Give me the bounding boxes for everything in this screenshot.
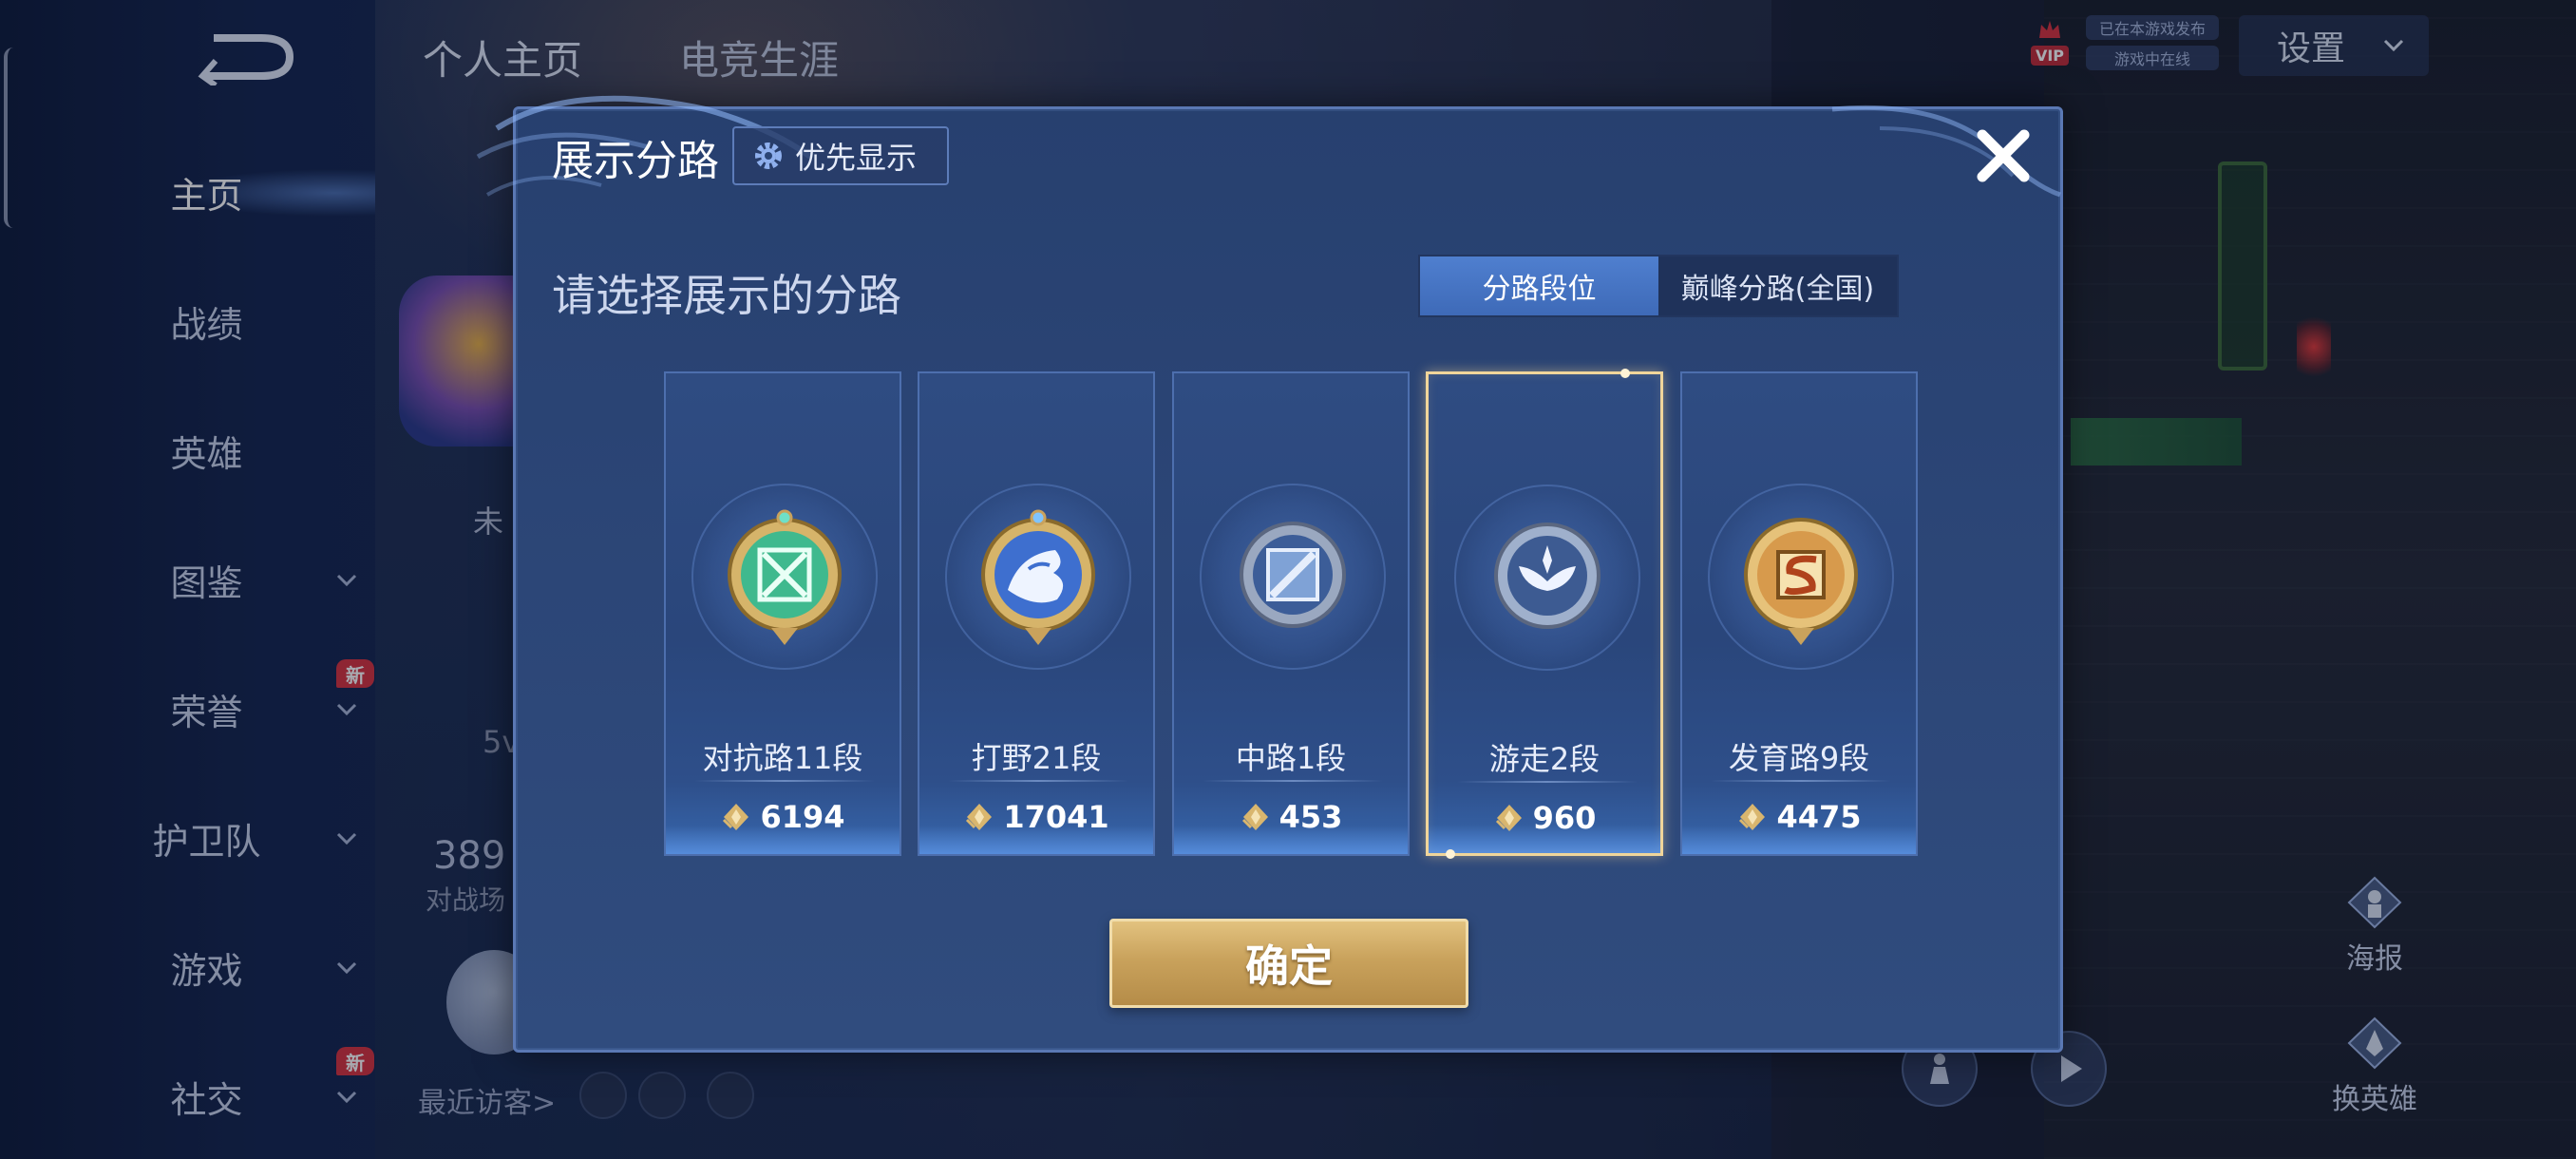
gear-icon [755, 142, 782, 169]
lane-card[interactable]: 发育路9段 4475 [1680, 371, 1918, 856]
divider [948, 780, 1128, 782]
card-glow [1682, 826, 1916, 854]
lane-rank-label: 打野21段 [971, 740, 1102, 776]
lane-card[interactable]: 打野21段 17041 [918, 371, 1155, 856]
tab-peak-lane-national[interactable]: 巅峰分路(全国) [1658, 256, 1897, 315]
divider [1711, 780, 1891, 782]
selection-corner-dot [1620, 369, 1630, 378]
lane-rank-label: 发育路9段 [1728, 740, 1870, 776]
priority-display-button[interactable]: 优先显示 [732, 126, 949, 185]
divider [1457, 781, 1638, 783]
selection-corner-dot [1446, 849, 1455, 859]
lane-card[interactable]: 对抗路11段 6194 [664, 371, 901, 856]
card-glow [919, 826, 1153, 854]
lane-card-list: 对抗路11段 6194 打野21段 17041 中路1段 453 游走2段 960 发 [664, 369, 1918, 859]
clash-lane-emblem-icon [728, 509, 842, 645]
confirm-button[interactable]: 确定 [1109, 919, 1468, 1008]
lane-rank-label: 中路1段 [1235, 740, 1347, 776]
jungle-dragon-emblem-icon [981, 509, 1095, 645]
mid-lane-emblem-icon [1240, 522, 1346, 628]
divider [1203, 780, 1383, 782]
dialog-subtitle: 请选择展示的分路 [552, 270, 901, 321]
card-glow [666, 826, 900, 854]
dialog-title: 展示分路 [552, 137, 719, 185]
tab-lane-rank[interactable]: 分路段位 [1420, 256, 1658, 315]
lane-display-dialog: 展示分路 优先显示 请选择展示的分路 分路段位 巅峰分路(全国) 对抗路11段 6… [476, 95, 2063, 1053]
roam-wings-emblem-icon [1494, 522, 1601, 629]
lane-rank-label: 对抗路11段 [702, 740, 863, 776]
farm-lane-emblem-icon [1744, 518, 1858, 645]
divider [694, 780, 875, 782]
lane-mode-tabs: 分路段位 巅峰分路(全国) [1418, 255, 1899, 317]
lane-card[interactable]: 中路1段 453 [1172, 371, 1410, 856]
lane-rank-label: 游走2段 [1488, 741, 1601, 777]
card-glow [1174, 826, 1408, 854]
close-icon [1977, 129, 2030, 182]
close-button[interactable] [1970, 123, 2036, 189]
lane-card[interactable]: 游走2段 960 [1426, 369, 1663, 859]
priority-display-label: 优先显示 [795, 140, 918, 176]
card-glow [1429, 825, 1660, 853]
